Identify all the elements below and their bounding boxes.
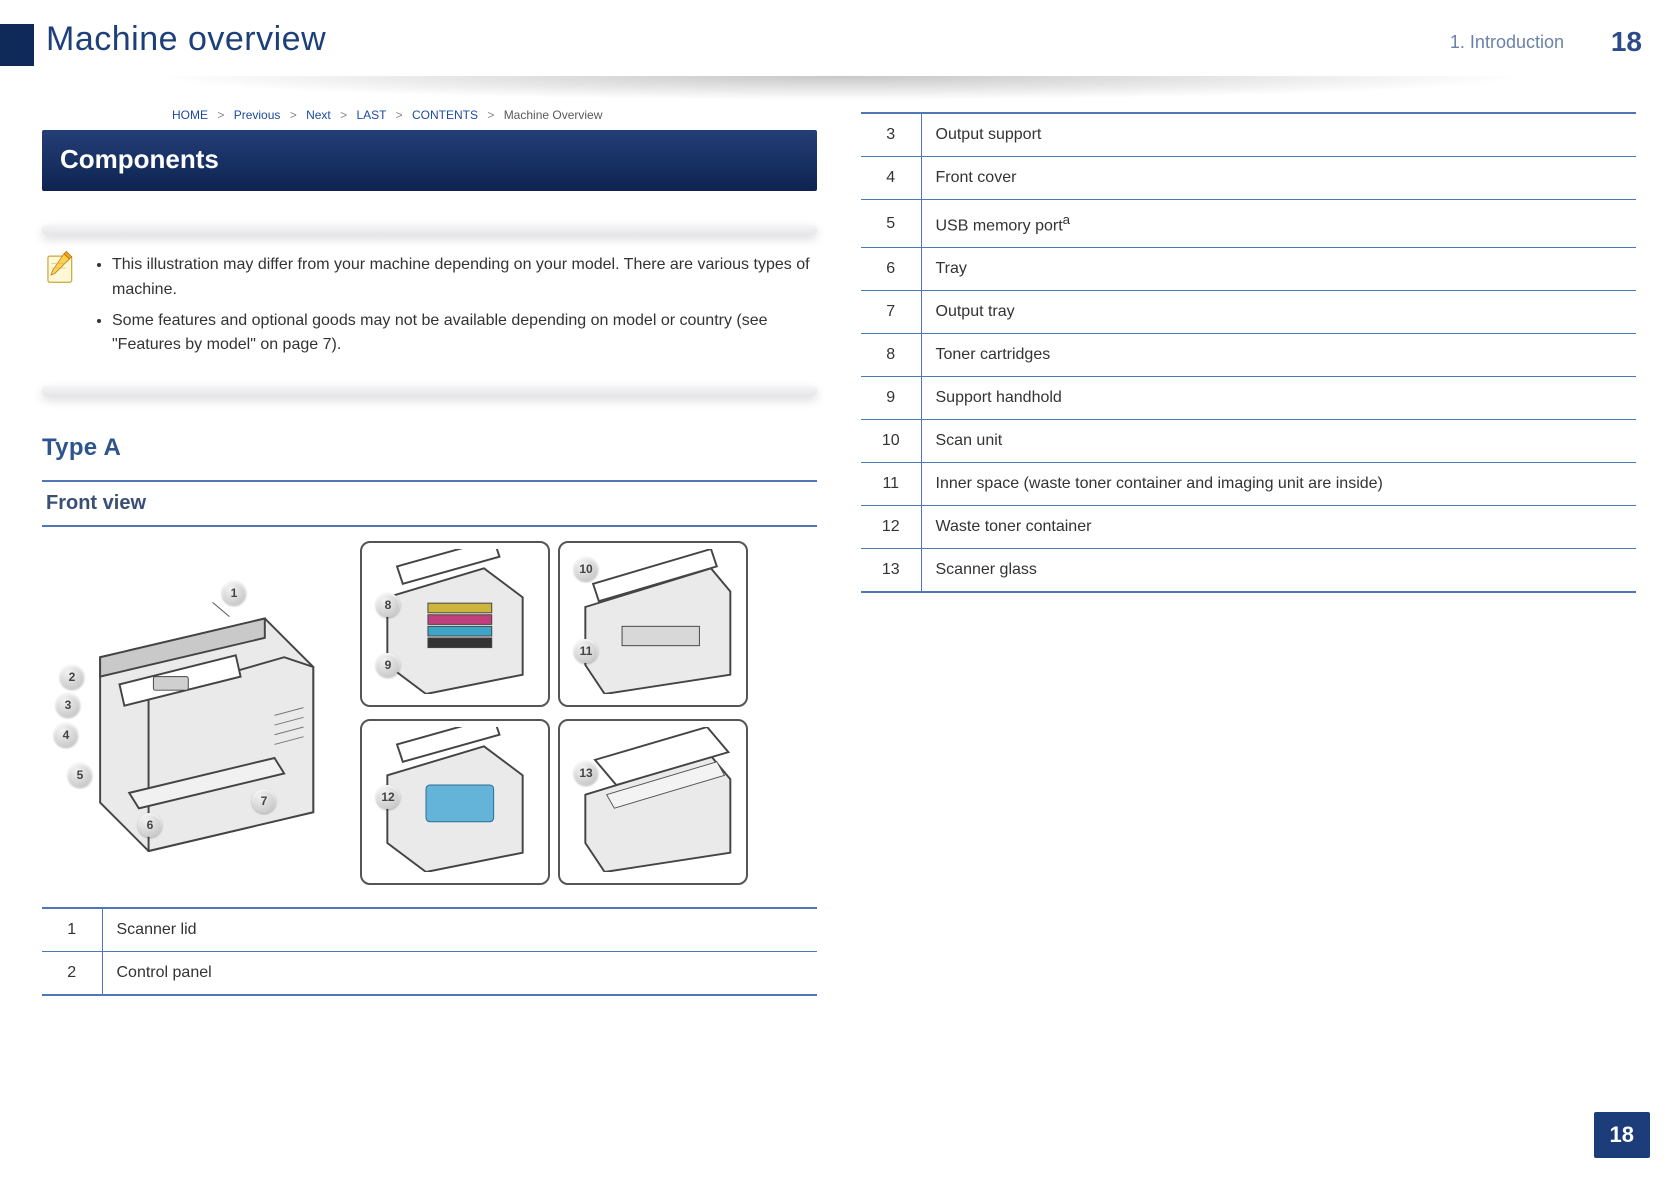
part-number: 3 (861, 113, 921, 157)
page: Machine overview 1. Introduction 18 HOME… (0, 0, 1678, 1178)
footer-page-number: 18 (1594, 1112, 1650, 1158)
crumb-home[interactable]: HOME (172, 108, 208, 122)
part-label: Inner space (waste toner container and i… (921, 463, 1636, 506)
part-label: Output tray (921, 291, 1636, 334)
page-title: Machine overview (46, 20, 326, 59)
part-number: 12 (861, 506, 921, 549)
part-label: Toner cartridges (921, 334, 1636, 377)
part-label: Tray (921, 248, 1636, 291)
table-row: 11Inner space (waste toner container and… (861, 463, 1636, 506)
part-label: Scanner lid (102, 908, 817, 952)
table-row: 12Waste toner container (861, 506, 1636, 549)
table-row: 4Front cover (861, 157, 1636, 200)
part-number: 10 (861, 420, 921, 463)
crumb-previous[interactable]: Previous (234, 108, 281, 122)
note-block: This illustration may differ from your m… (42, 249, 817, 364)
table-row: 13Scanner glass (861, 549, 1636, 593)
printer-main-illus: 1 2 3 4 5 6 7 (42, 541, 352, 875)
table-row: 6Tray (861, 248, 1636, 291)
detail-waste-toner: 12 (360, 719, 550, 885)
detail-scan-unit: 10 11 (558, 541, 748, 707)
part-number: 1 (42, 908, 102, 952)
part-number: 5 (861, 200, 921, 248)
part-number: 6 (861, 248, 921, 291)
table-row: 5USB memory porta (861, 200, 1636, 248)
part-number: 4 (861, 157, 921, 200)
callout-9: 9 (376, 653, 400, 677)
chapter-label: 1. Introduction (1450, 32, 1564, 53)
part-label: Output support (921, 113, 1636, 157)
view-heading: Front view (42, 480, 817, 527)
right-column: 3Output support4Front cover5USB memory p… (861, 108, 1636, 1098)
part-label: Waste toner container (921, 506, 1636, 549)
detail-scanner-glass: 13 (558, 719, 748, 885)
table-row: 8Toner cartridges (861, 334, 1636, 377)
callout-10: 10 (574, 557, 598, 581)
callout-13: 13 (574, 761, 598, 785)
note-list: This illustration may differ from your m… (94, 249, 817, 364)
part-number: 7 (861, 291, 921, 334)
callout-3: 3 (56, 693, 80, 717)
callout-4: 4 (54, 723, 78, 747)
callout-11: 11 (574, 639, 598, 663)
part-label: Support handhold (921, 377, 1636, 420)
part-number: 11 (861, 463, 921, 506)
parts-table-left: 1 Scanner lid 2 Control panel (42, 907, 817, 996)
note-item: This illustration may differ from your m… (112, 253, 817, 303)
part-label: Front cover (921, 157, 1636, 200)
detail-toner-cartridges: 8 9 (360, 541, 550, 707)
crumb-sep: > (217, 108, 224, 122)
left-column: HOME > Previous > Next > LAST > CONTENTS… (42, 108, 817, 1098)
emboss-divider (42, 225, 817, 235)
page-header: Machine overview 1. Introduction 18 (0, 0, 1678, 78)
table-row: 7Output tray (861, 291, 1636, 334)
table-row: 1 Scanner lid (42, 908, 817, 952)
crumb-last[interactable]: LAST (356, 108, 386, 122)
callout-2: 2 (60, 665, 84, 689)
type-heading: Type A (42, 434, 817, 462)
header-accent (0, 24, 34, 66)
part-label: Scanner glass (921, 549, 1636, 593)
crumb-ocr-heading: Machine Overview (504, 108, 603, 122)
header-shadow (20, 76, 1658, 110)
callout-7: 7 (252, 789, 276, 813)
section-banner-components: Components (42, 130, 817, 191)
front-view-illustration: 1 2 3 4 5 6 7 (42, 541, 817, 889)
emboss-divider (42, 386, 817, 396)
part-label: USB memory porta (921, 200, 1636, 248)
callout-1: 1 (222, 581, 246, 605)
callout-6: 6 (138, 813, 162, 837)
note-icon (42, 249, 80, 287)
table-row: 10Scan unit (861, 420, 1636, 463)
part-number: 2 (42, 952, 102, 996)
footnote-marker: a (1063, 212, 1070, 227)
parts-table-right: 3Output support4Front cover5USB memory p… (861, 112, 1636, 593)
callout-8: 8 (376, 593, 400, 617)
part-label: Control panel (102, 952, 817, 996)
part-number: 13 (861, 549, 921, 593)
crumb-sep: > (487, 108, 494, 122)
callout-5: 5 (68, 763, 92, 787)
breadcrumb: HOME > Previous > Next > LAST > CONTENTS… (172, 108, 817, 122)
table-row: 3Output support (861, 113, 1636, 157)
part-number: 8 (861, 334, 921, 377)
crumb-sep: > (290, 108, 297, 122)
note-item: Some features and optional goods may not… (112, 309, 817, 359)
crumb-sep: > (396, 108, 403, 122)
callout-12: 12 (376, 785, 400, 809)
table-row: 9Support handhold (861, 377, 1636, 420)
crumb-sep: > (340, 108, 347, 122)
crumb-contents[interactable]: CONTENTS (412, 108, 478, 122)
big-page-number: 18 (1611, 26, 1642, 58)
crumb-next[interactable]: Next (306, 108, 331, 122)
table-row: 2 Control panel (42, 952, 817, 996)
part-label: Scan unit (921, 420, 1636, 463)
part-number: 9 (861, 377, 921, 420)
